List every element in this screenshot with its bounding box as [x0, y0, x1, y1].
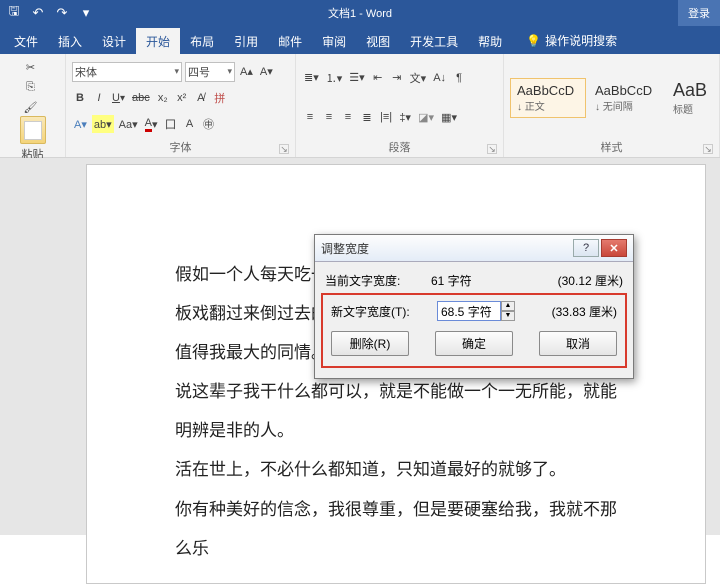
group-styles: AaBbCcD ↓ 正文 AaBbCcD ↓ 无间隔 AaB 标题 样式 ↘	[504, 54, 720, 157]
strikethrough-button[interactable]: abc	[130, 89, 152, 107]
tab-review[interactable]: 审阅	[312, 28, 356, 54]
spin-up-icon[interactable]: ▲	[501, 301, 515, 311]
new-width-label: 新文字宽度(T):	[331, 303, 431, 320]
ok-button[interactable]: 确定	[435, 331, 513, 356]
tab-references[interactable]: 引用	[224, 28, 268, 54]
subscript-button[interactable]: x₂	[155, 89, 171, 107]
font-size-combo[interactable]: 四号▾	[185, 62, 235, 82]
multilevel-icon[interactable]: ☰▾	[347, 69, 366, 87]
grow-font-icon[interactable]: A▴	[238, 63, 255, 81]
paragraph[interactable]: 说这辈子我干什么都可以，就是不能做一个一无所能，就能明辨是非的人。	[175, 372, 617, 450]
paragraph[interactable]: 你有种美好的信念，我很尊重，但是要硬塞给我，我就不那么乐	[175, 490, 617, 568]
enclose-char-icon[interactable]: ㊥	[200, 115, 216, 133]
group-label-styles: 样式	[601, 142, 623, 154]
change-case-icon[interactable]: Aa▾	[117, 115, 140, 133]
paste-icon	[20, 116, 46, 144]
shrink-font-icon[interactable]: A▾	[258, 63, 275, 81]
font-color-icon[interactable]: A▾	[143, 115, 160, 133]
align-center-icon[interactable]: ≡	[321, 108, 337, 126]
group-font: 宋体▾ 四号▾ A▴ A▾ B I U▾ abc x₂ x² A̸ 拼 A▾ a…	[66, 54, 296, 157]
phonetic-guide-icon[interactable]: 拼	[212, 89, 228, 107]
paragraph-launcher-icon[interactable]: ↘	[487, 144, 497, 154]
current-width-value: 61 字符	[431, 272, 472, 289]
increase-indent-icon[interactable]: ⇥	[389, 69, 405, 87]
show-marks-icon[interactable]: ¶	[451, 69, 467, 87]
char-border-icon[interactable]: 囗	[162, 115, 178, 133]
window-title: 文档1 - Word	[328, 5, 392, 21]
quick-access-toolbar: 🖫 ↶ ↷ ▾	[0, 5, 100, 21]
delete-button[interactable]: 删除(R)	[331, 331, 409, 356]
tab-insert[interactable]: 插入	[48, 28, 92, 54]
styles-launcher-icon[interactable]: ↘	[703, 144, 713, 154]
font-name-combo[interactable]: 宋体▾	[72, 62, 182, 82]
asian-layout-icon[interactable]: 文▾	[408, 69, 429, 87]
char-shading-icon[interactable]: A	[181, 115, 197, 133]
title-bar: 🖫 ↶ ↷ ▾ 文档1 - Word 登录	[0, 0, 720, 26]
style-no-spacing[interactable]: AaBbCcD ↓ 无间隔	[588, 78, 664, 118]
group-paragraph: ≣▾ ⒈▾ ☰▾ ⇤ ⇥ 文▾ A↓ ¶ ≡ ≡ ≡ ≣ |≡| ‡▾ ◪▾ ▦…	[296, 54, 504, 157]
qat-dropdown-icon[interactable]: ▾	[78, 5, 94, 21]
align-right-icon[interactable]: ≡	[340, 108, 356, 126]
current-width-label: 当前文字宽度:	[325, 272, 425, 289]
bold-button[interactable]: B	[72, 89, 88, 107]
tab-design[interactable]: 设计	[92, 28, 136, 54]
login-button[interactable]: 登录	[678, 0, 720, 26]
decrease-indent-icon[interactable]: ⇤	[370, 69, 386, 87]
clear-format-icon[interactable]: A̸	[193, 89, 209, 107]
tab-view[interactable]: 视图	[356, 28, 400, 54]
dialog-titlebar[interactable]: 调整宽度 ? ✕	[315, 235, 633, 262]
dialog-title: 调整宽度	[321, 240, 369, 257]
italic-button[interactable]: I	[91, 89, 107, 107]
style-normal[interactable]: AaBbCcD ↓ 正文	[510, 78, 586, 118]
numbering-icon[interactable]: ⒈▾	[324, 69, 345, 87]
line-spacing-icon[interactable]: ‡▾	[397, 108, 413, 126]
shading-icon[interactable]: ◪▾	[416, 108, 436, 126]
underline-button[interactable]: U▾	[110, 89, 127, 107]
group-clipboard: ✂ ⎘ 🖌 粘贴 ▾ 剪贴板↘	[0, 54, 66, 157]
superscript-button[interactable]: x²	[174, 89, 190, 107]
undo-icon[interactable]: ↶	[30, 5, 46, 21]
tell-me[interactable]: 💡 操作说明搜索	[518, 27, 625, 54]
save-icon[interactable]: 🖫	[6, 5, 22, 21]
justify-icon[interactable]: ≣	[359, 108, 375, 126]
sort-icon[interactable]: A↓	[431, 69, 448, 87]
bullets-icon[interactable]: ≣▾	[302, 69, 321, 87]
ribbon: ✂ ⎘ 🖌 粘贴 ▾ 剪贴板↘ 宋体▾ 四号▾ A▴ A▾ B I U▾	[0, 54, 720, 158]
new-width-spinner[interactable]: ▲▼	[437, 301, 515, 321]
tell-me-label: 操作说明搜索	[545, 32, 617, 49]
new-width-input[interactable]	[437, 301, 501, 321]
highlight-icon[interactable]: ab▾	[92, 115, 114, 133]
tab-mailings[interactable]: 邮件	[268, 28, 312, 54]
style-heading[interactable]: AaB 标题	[666, 75, 710, 121]
highlight-frame: 新文字宽度(T): ▲▼ (33.83 厘米) 删除(R) 确定 取消	[321, 293, 627, 368]
cut-icon[interactable]: ✂	[22, 58, 40, 76]
close-icon[interactable]: ✕	[601, 239, 627, 257]
format-painter-icon[interactable]: 🖌	[22, 98, 40, 116]
redo-icon[interactable]: ↷	[54, 5, 70, 21]
help-icon[interactable]: ?	[573, 239, 599, 257]
lightbulb-icon: 💡	[526, 34, 541, 48]
group-label-paragraph: 段落	[389, 142, 411, 154]
distributed-icon[interactable]: |≡|	[378, 108, 394, 126]
borders-icon[interactable]: ▦▾	[439, 108, 459, 126]
tab-layout[interactable]: 布局	[180, 28, 224, 54]
adjust-width-dialog: 调整宽度 ? ✕ 当前文字宽度: 61 字符 (30.12 厘米) 新文字宽度(…	[314, 234, 634, 379]
align-left-icon[interactable]: ≡	[302, 108, 318, 126]
cancel-button[interactable]: 取消	[539, 331, 617, 356]
new-width-cm: (33.83 厘米)	[552, 303, 617, 320]
tab-file[interactable]: 文件	[4, 28, 48, 54]
spin-down-icon[interactable]: ▼	[501, 311, 515, 321]
text-effects-icon[interactable]: A▾	[72, 115, 89, 133]
paragraph[interactable]: 活在世上，不必什么都知道，只知道最好的就够了。	[175, 450, 617, 489]
tab-developer[interactable]: 开发工具	[400, 28, 468, 54]
ribbon-tabs: 文件 插入 设计 开始 布局 引用 邮件 审阅 视图 开发工具 帮助 💡 操作说…	[0, 26, 720, 54]
tab-help[interactable]: 帮助	[468, 28, 512, 54]
tab-home[interactable]: 开始	[136, 28, 180, 54]
font-launcher-icon[interactable]: ↘	[279, 144, 289, 154]
copy-icon[interactable]: ⎘	[22, 78, 40, 96]
current-width-cm: (30.12 厘米)	[558, 272, 623, 289]
group-label-font: 字体	[170, 142, 192, 154]
